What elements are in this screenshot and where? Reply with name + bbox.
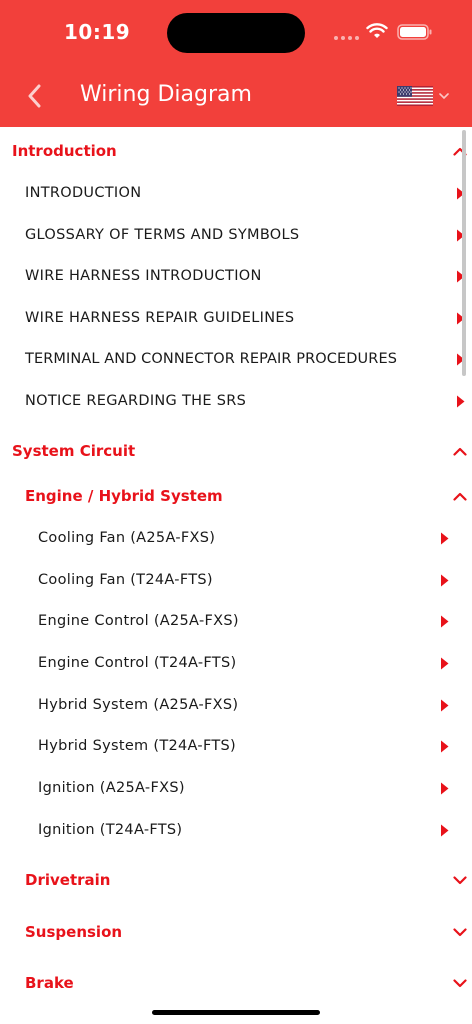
us-flag-icon [397,86,433,106]
triangle-right-icon [440,574,448,586]
item-label: Ignition (A25A-FXS) [38,780,185,796]
subsection-label: Engine / Hybrid System [25,487,223,505]
item-label: Cooling Fan (A25A-FXS) [38,530,216,546]
list-item[interactable]: GLOSSARY OF TERMS AND SYMBOLS [0,214,472,256]
item-label: Ignition (T24A-FTS) [38,822,183,838]
section-system-circuit[interactable]: System Circuit [0,430,472,472]
wifi-icon [366,23,388,38]
dynamic-island [167,13,305,53]
section-label: Introduction [12,142,117,160]
triangle-right-icon [456,395,464,407]
item-label: GLOSSARY OF TERMS AND SYMBOLS [25,227,300,243]
item-label: Engine Control (A25A-FXS) [38,613,239,629]
list-item[interactable]: Engine Control (T24A-FTS) [0,642,456,684]
list-item[interactable]: INTRODUCTION [0,172,472,214]
item-label: Hybrid System (T24A-FTS) [38,738,236,754]
triangle-right-icon [440,782,448,794]
subsection-drivetrain[interactable]: Drivetrain [0,859,472,901]
back-button[interactable] [20,82,48,110]
list-item[interactable]: TERMINAL AND CONNECTOR REPAIR PROCEDURES [0,338,472,380]
chevron-left-icon [28,84,41,108]
battery-icon [397,24,432,40]
wiring-diagram-list[interactable]: Introduction INTRODUCTION GLOSSARY OF TE… [0,127,472,1024]
list-item[interactable]: Cooling Fan (A25A-FXS) [0,517,456,559]
subsection-label: Brake [25,974,74,992]
list-item[interactable]: NOTICE REGARDING THE SRS [0,380,472,422]
list-item[interactable]: Cooling Fan (T24A-FTS) [0,559,456,601]
language-selector[interactable] [397,86,449,106]
list-item[interactable]: WIRE HARNESS REPAIR GUIDELINES [0,297,472,339]
signal-dots-icon [334,36,359,40]
subsection-engine-hybrid[interactable]: Engine / Hybrid System [0,475,472,517]
item-label: NOTICE REGARDING THE SRS [25,393,247,409]
item-label: Engine Control (T24A-FTS) [38,655,237,671]
chevron-down-icon [453,927,467,936]
chevron-down-icon [453,875,467,884]
list-item[interactable]: Ignition (T24A-FTS) [0,809,456,851]
subsection-brake[interactable]: Brake [0,962,472,1004]
triangle-right-icon [440,615,448,627]
triangle-right-icon [440,657,448,669]
item-label: WIRE HARNESS REPAIR GUIDELINES [25,310,295,326]
triangle-right-icon [440,740,448,752]
list-item[interactable]: Ignition (A25A-FXS) [0,767,456,809]
subsection-label: Drivetrain [25,871,111,889]
item-label: Cooling Fan (T24A-FTS) [38,572,213,588]
item-label: WIRE HARNESS INTRODUCTION [25,268,262,284]
chevron-up-icon [453,447,467,456]
list-item[interactable]: WIRE HARNESS INTRODUCTION [0,255,472,297]
app-header: 10:19 Wiring Diagram [0,0,472,127]
section-label: System Circuit [12,442,136,460]
chevron-down-icon [453,978,467,987]
status-time: 10:19 [64,20,131,44]
subsection-suspension[interactable]: Suspension [0,911,472,953]
scrollbar[interactable] [462,130,466,376]
chevron-down-icon [439,93,449,100]
list-item[interactable]: Hybrid System (T24A-FTS) [0,725,456,767]
section-introduction[interactable]: Introduction [0,130,472,172]
triangle-right-icon [440,699,448,711]
triangle-right-icon [440,532,448,544]
chevron-up-icon [453,492,467,501]
item-label: TERMINAL AND CONNECTOR REPAIR PROCEDURES [25,351,398,367]
item-label: INTRODUCTION [25,185,142,201]
item-label: Hybrid System (A25A-FXS) [38,697,239,713]
home-indicator[interactable] [152,1010,320,1015]
triangle-right-icon [440,824,448,836]
list-item[interactable]: Engine Control (A25A-FXS) [0,600,456,642]
page-title: Wiring Diagram [80,82,252,107]
subsection-label: Suspension [25,923,123,941]
list-item[interactable]: Hybrid System (A25A-FXS) [0,684,456,726]
